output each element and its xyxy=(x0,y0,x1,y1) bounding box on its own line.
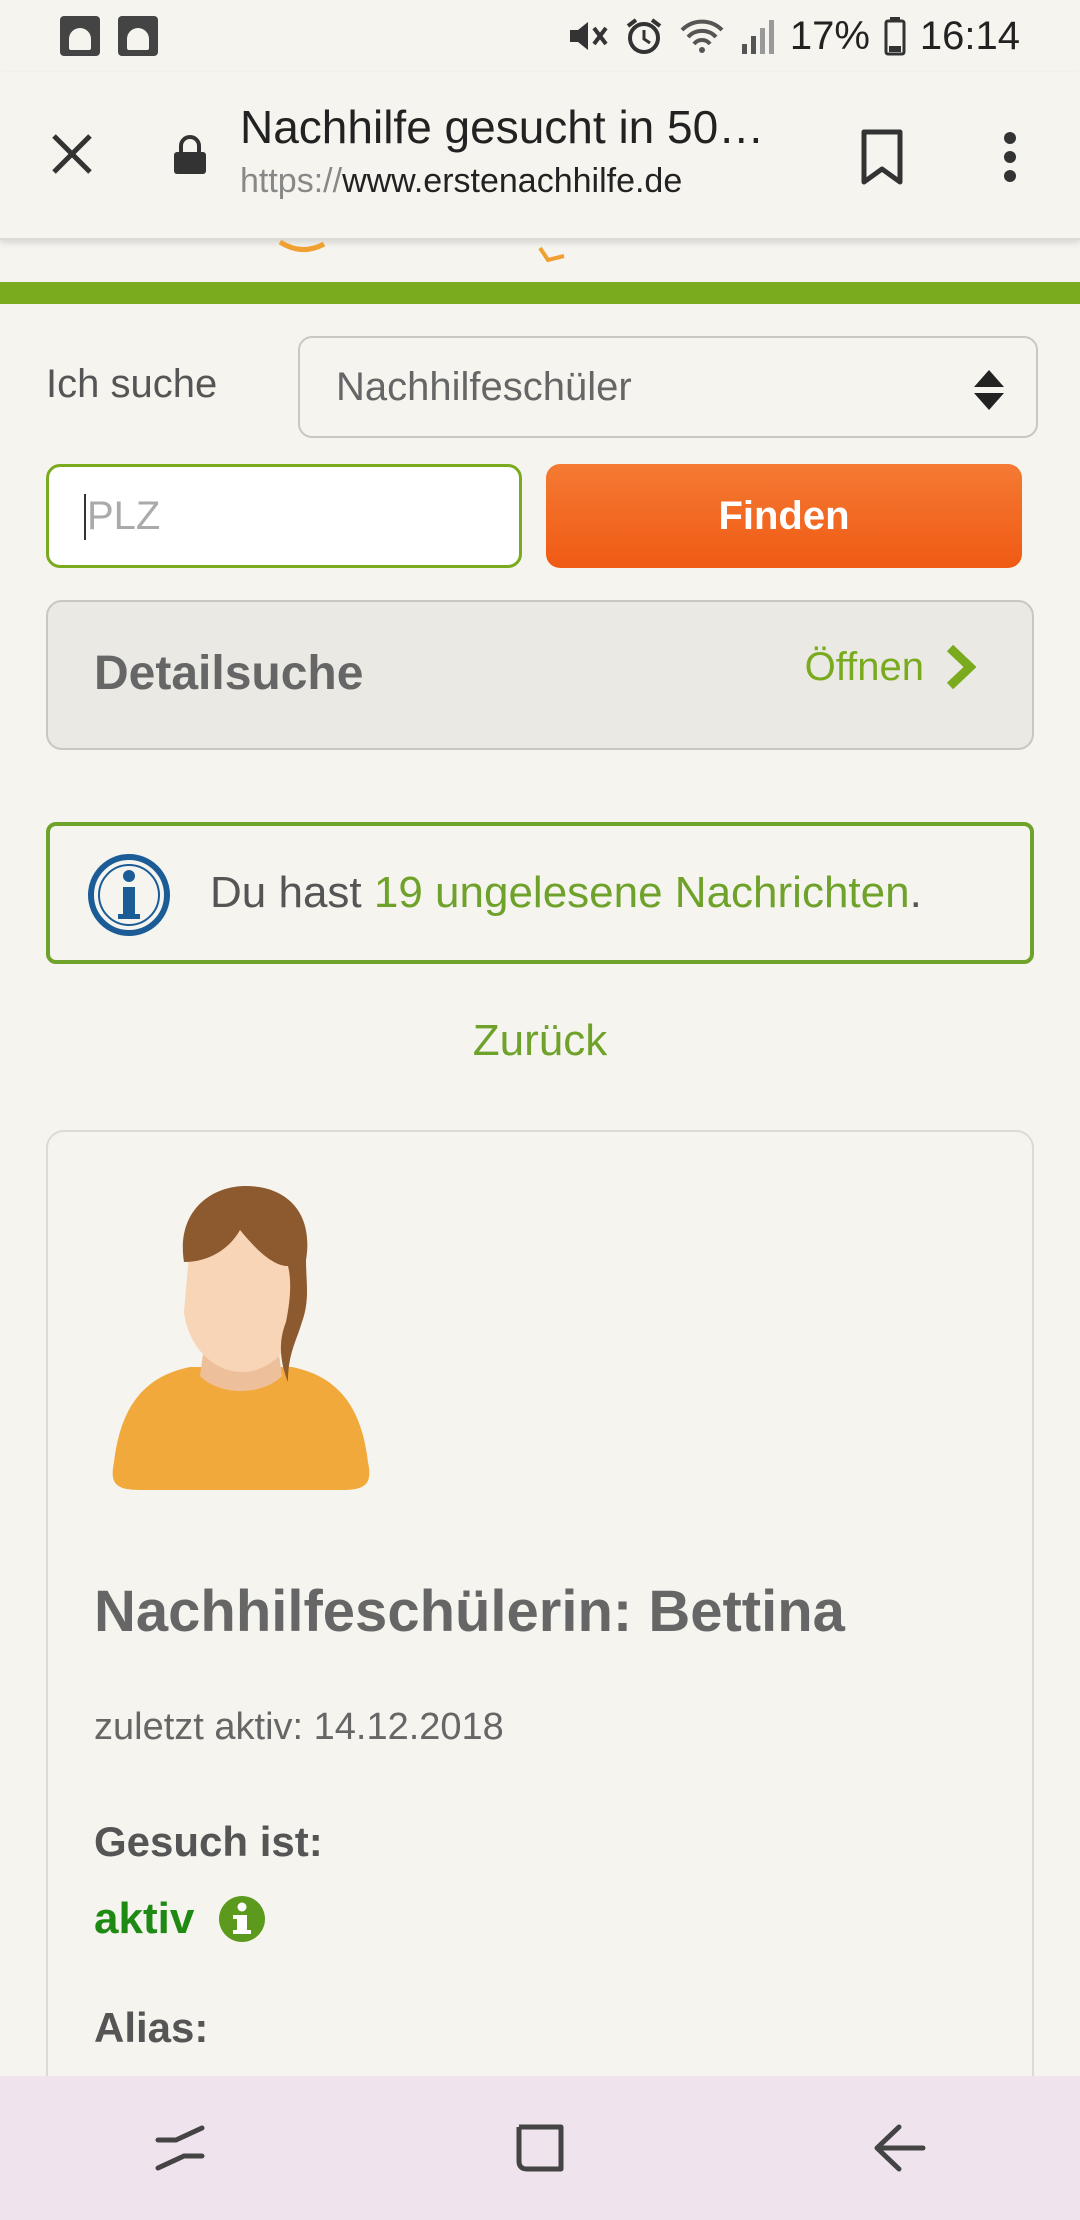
detail-search-panel[interactable]: Detailsuche Öffnen xyxy=(46,600,1034,750)
url-scheme: https:// xyxy=(240,162,343,200)
recents-button[interactable] xyxy=(120,2098,240,2198)
lock-icon xyxy=(172,134,208,181)
last-active: zuletzt aktiv: 14.12.2018 xyxy=(94,1706,504,1748)
detail-search-title: Detailsuche xyxy=(94,647,364,700)
avatar xyxy=(112,1186,370,1490)
select-arrows-icon xyxy=(974,370,1004,410)
back-link-label[interactable]: Zurück xyxy=(473,1016,607,1065)
alias-heading: Alias: xyxy=(94,2004,209,2051)
info-icon xyxy=(88,854,170,936)
plz-input[interactable] xyxy=(46,464,522,568)
status-indicators: 17% 16:14 xyxy=(566,14,1020,59)
notification-icon xyxy=(118,16,158,56)
page-title: Nachhilfe gesucht in 50… xyxy=(240,101,765,153)
bookmark-icon xyxy=(861,129,903,185)
status-notifications xyxy=(60,16,158,56)
system-nav-bar xyxy=(0,2076,1080,2220)
back-link[interactable]: Zurück xyxy=(0,1016,1080,1066)
find-button[interactable]: Finden xyxy=(546,464,1022,568)
unread-messages-notice: Du hast 19 ungelesene Nachrichten. xyxy=(46,822,1034,964)
clock: 16:14 xyxy=(919,13,1020,58)
site-logo-remnant xyxy=(278,240,565,263)
status-bar: 17% 16:14 xyxy=(0,0,1080,72)
status-row: aktiv xyxy=(94,1894,266,1944)
back-icon xyxy=(874,2124,926,2172)
home-icon xyxy=(516,2124,564,2172)
search-type-select[interactable]: Nachhilfeschüler xyxy=(298,336,1038,438)
profile-card: Nachhilfeschülerin: Bettina zuletzt akti… xyxy=(46,1130,1034,2220)
bookmark-button[interactable] xyxy=(852,122,912,192)
url: https://www.erstenachhilfe.de xyxy=(240,162,780,201)
battery-icon xyxy=(884,17,906,56)
battery-percent: 17% xyxy=(789,13,870,58)
text-caret xyxy=(84,494,86,540)
home-button[interactable] xyxy=(480,2098,600,2198)
header-divider xyxy=(0,282,1080,304)
chevron-right-icon xyxy=(946,644,976,690)
unread-messages-link[interactable]: 19 ungelesene Nachrichten xyxy=(374,868,910,917)
status-info-icon[interactable] xyxy=(218,1895,266,1943)
status-heading: Gesuch ist: xyxy=(94,1818,323,1865)
status-badge: aktiv xyxy=(94,1894,195,1943)
info-suffix: . xyxy=(909,868,922,917)
close-icon xyxy=(52,134,92,174)
more-options-button[interactable] xyxy=(980,122,1040,192)
mute-icon xyxy=(569,22,608,50)
info-prefix: Du hast xyxy=(210,868,374,917)
search-type-value: Nachhilfeschüler xyxy=(336,364,632,409)
back-button[interactable] xyxy=(840,2098,960,2198)
url-host: www.erstenachhilfe.de xyxy=(342,162,683,200)
recents-icon xyxy=(155,2125,205,2171)
detail-open-label: Öffnen xyxy=(804,644,924,689)
detail-search-open[interactable]: Öffnen xyxy=(805,644,976,690)
search-type-label: Ich suche xyxy=(46,362,218,406)
browser-toolbar: Nachhilfe gesucht in 50… https://www.ers… xyxy=(0,72,1080,240)
alarm-icon xyxy=(626,18,662,54)
address-area[interactable]: Nachhilfe gesucht in 50… https://www.ers… xyxy=(240,100,780,201)
more-vert-icon xyxy=(1004,132,1016,182)
signal-icon xyxy=(741,20,774,54)
profile-name: Nachhilfeschülerin: Bettina xyxy=(94,1579,845,1644)
info-text: Du hast 19 ungelesene Nachrichten. xyxy=(210,868,922,918)
wifi-icon xyxy=(680,19,724,53)
close-tab-button[interactable] xyxy=(40,122,104,186)
notification-icon xyxy=(60,16,100,56)
